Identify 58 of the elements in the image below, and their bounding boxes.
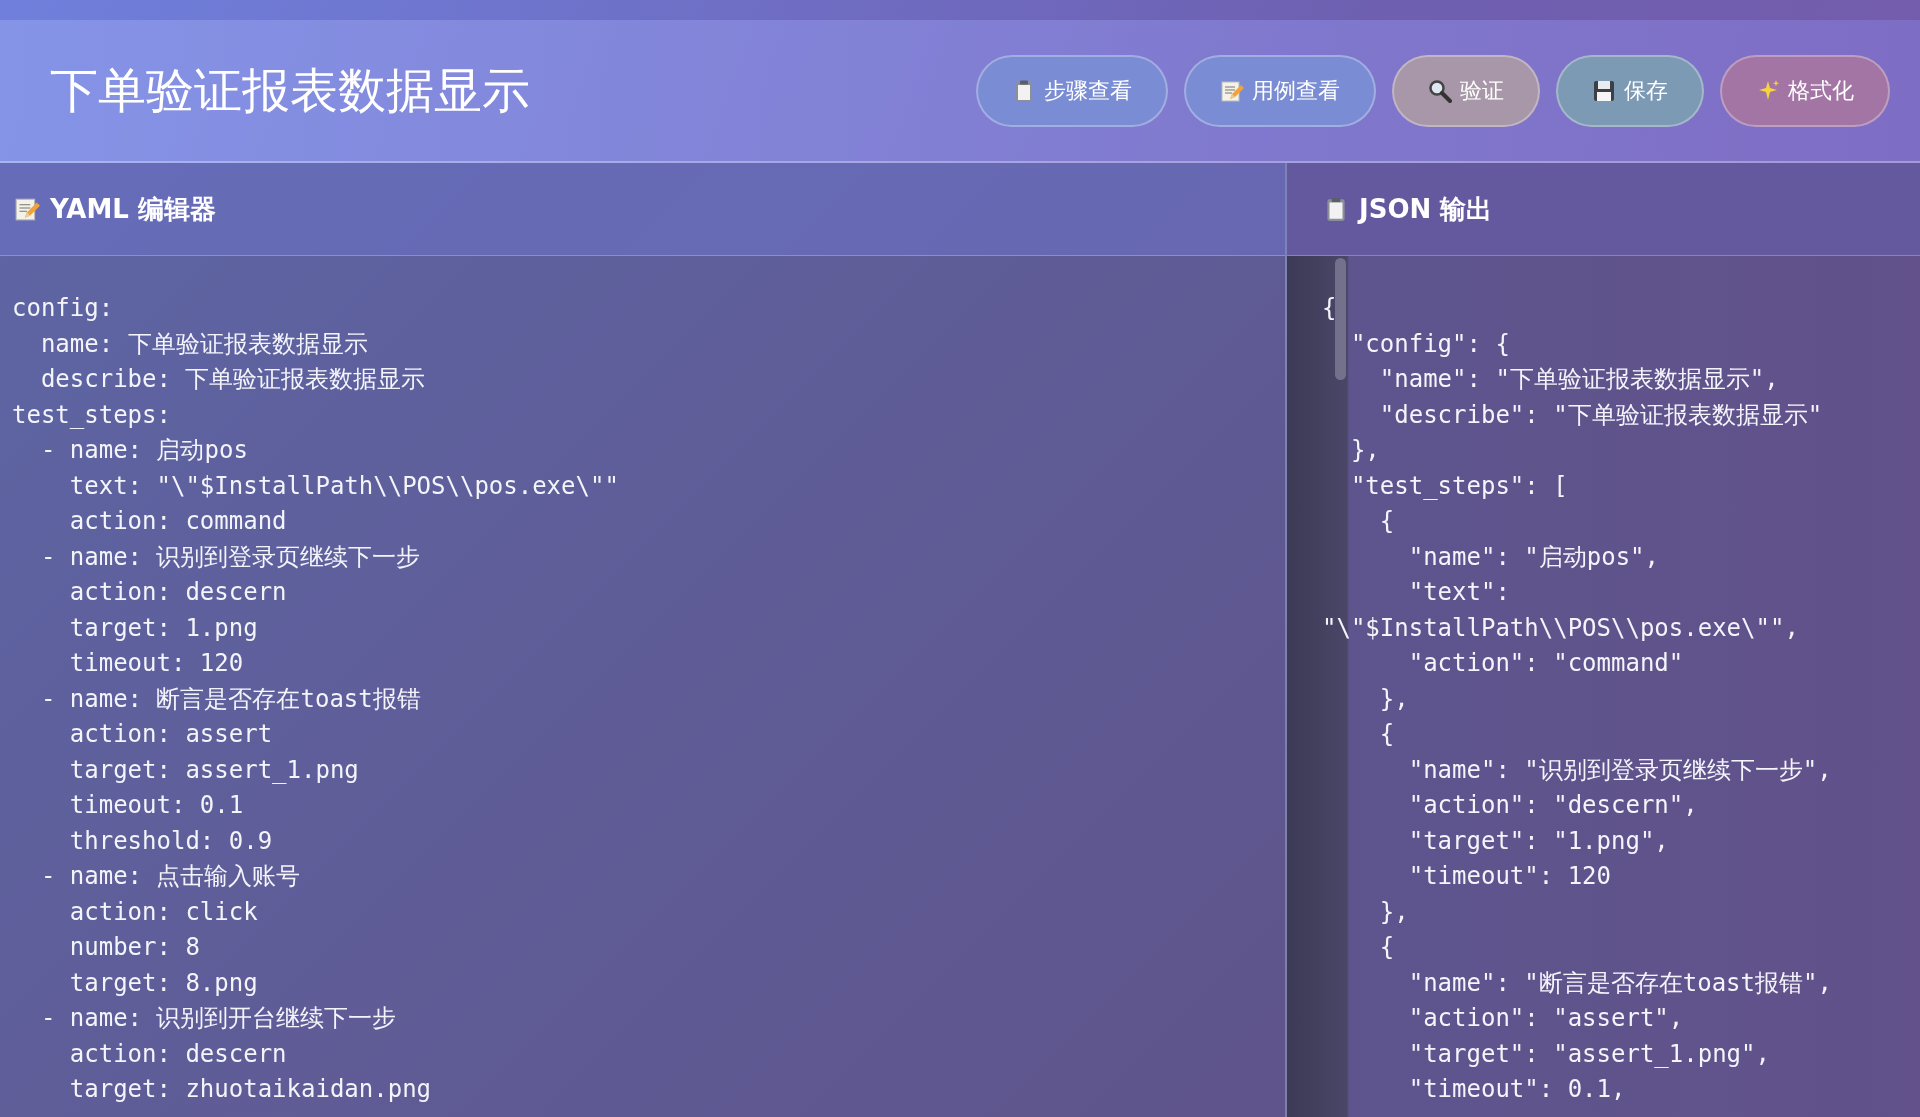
panel-title: YAML 编辑器 xyxy=(50,192,216,226)
code-line: "timeout": 0.1, xyxy=(1407,1074,1627,1105)
code-line: "action": "command" xyxy=(1407,648,1685,679)
code-line: config: xyxy=(12,293,115,324)
code-line: target: assert_1.png xyxy=(68,754,360,786)
toolbar-button[interactable]: 步骤查看 xyxy=(976,54,1168,127)
code-line: "action": "assert", xyxy=(1407,1003,1685,1034)
code-line: - name: 识别到登录页继续下一步 xyxy=(39,541,422,573)
search-icon xyxy=(1428,78,1452,103)
code-line: "name": "下单验证报表数据显示", xyxy=(1378,364,1780,395)
page-title: 下单验证报表数据显示 xyxy=(50,61,530,120)
code-line: action: command xyxy=(68,506,288,537)
code-line: { xyxy=(1378,932,1396,963)
code-line: action: descern xyxy=(68,1038,288,1070)
toolbar-button[interactable]: 用例查看 xyxy=(1184,54,1376,127)
code-line: "timeout": 120 xyxy=(1407,861,1612,892)
code-line: timeout: 120 xyxy=(68,648,245,679)
code-line: - name: 启动pos xyxy=(39,435,249,466)
code-line: "\"$InstallPath\\POS\\pos.exe\"", xyxy=(1322,612,1800,644)
code-line: "target": "assert_1.png", xyxy=(1407,1038,1771,1070)
code-line: describe: 下单验证报表数据显示 xyxy=(39,364,427,395)
code-line: text: "\"$InstallPath\\POS\\pos.exe\"" xyxy=(68,470,620,502)
code-line: name: 下单验证报表数据显示 xyxy=(39,328,369,360)
toolbar-button[interactable]: 格式化 xyxy=(1720,54,1890,127)
code-line: threshold: 0.9 xyxy=(68,825,274,857)
code-line: target: zhuotaikaidan.png xyxy=(68,1074,433,1105)
code-line: action: click xyxy=(68,896,259,928)
code-line: "name": "启动pos", xyxy=(1407,541,1660,573)
code-line: - name: 点击输入账号 xyxy=(39,861,302,892)
code-line: timeout: 0.1 xyxy=(68,790,245,821)
scrollbar-thumb[interactable] xyxy=(1335,258,1346,380)
notepad-pencil-icon xyxy=(1220,78,1244,103)
code-line: action: assert xyxy=(68,719,274,750)
code-line: "describe": "下单验证报表数据显示" xyxy=(1378,399,1824,431)
code-line: "text": xyxy=(1407,577,1511,608)
code-line: { xyxy=(1322,293,1338,324)
code-line: { xyxy=(1378,719,1396,750)
code-line: { xyxy=(1378,506,1396,537)
code-line: "target": "1.png", xyxy=(1407,825,1670,857)
toolbar-button[interactable]: 验证 xyxy=(1392,54,1540,127)
toolbar-button[interactable]: 保存 xyxy=(1556,54,1704,127)
code-line: }, xyxy=(1378,896,1410,928)
code-line: "test_steps": [ xyxy=(1349,470,1569,502)
code-line: "config": { xyxy=(1349,328,1511,360)
code-line: "name": "识别到登录页继续下一步", xyxy=(1407,754,1833,786)
code-line: - name: 断言是否存在toast报错 xyxy=(39,683,422,715)
panel-title: JSON 输出 xyxy=(1359,192,1493,226)
code-line: }, xyxy=(1378,683,1410,715)
notepad-pencil-icon xyxy=(14,196,40,222)
code-line: }, xyxy=(1349,435,1381,466)
code-line: - name: 识别到开台继续下一步 xyxy=(39,1003,398,1034)
code-line: action: descern xyxy=(68,577,288,608)
code-line: "action": "descern", xyxy=(1407,790,1699,821)
code-line: number: 8 xyxy=(68,932,201,963)
code-line: "name": "断言是否存在toast报错", xyxy=(1407,967,1833,999)
code-line: test_steps: xyxy=(12,399,172,431)
code-line: target: 1.png xyxy=(68,612,259,644)
code-line: target: 8.png xyxy=(68,967,259,999)
